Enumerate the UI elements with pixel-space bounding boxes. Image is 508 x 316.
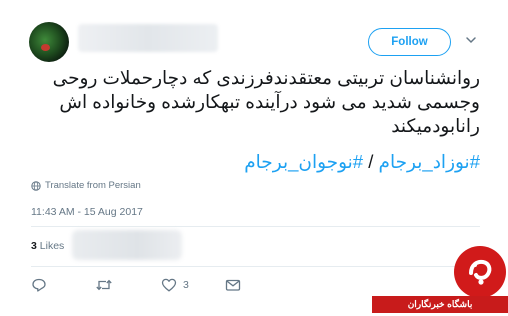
heart-icon xyxy=(161,278,177,292)
chevron-down-icon[interactable] xyxy=(464,33,478,47)
watermark-emblem xyxy=(454,246,506,298)
hashtag-link[interactable]: #نوزاد_برجام xyxy=(379,151,480,172)
globe-icon xyxy=(31,180,41,191)
likes-stat[interactable]: 3 Likes xyxy=(31,240,64,252)
hashtag-separator: / xyxy=(368,151,374,172)
envelope-icon xyxy=(225,279,241,291)
tweet-timestamp[interactable]: 11:43 AM - 15 Aug 2017 xyxy=(31,206,143,218)
tweet-text-line: روانشناسان تربیتی معتقدندفرزندی که دچارح… xyxy=(52,67,480,88)
tweet-text: روانشناسان تربیتی معتقدندفرزندی که دچارح… xyxy=(30,66,480,138)
hashtag-link[interactable]: #نوجوان_برجام xyxy=(244,151,363,172)
tweet-text-line: رانابودمیکند xyxy=(391,115,480,136)
follow-button[interactable]: Follow xyxy=(368,28,451,56)
watermark-logo: باشگاه خبرنگاران xyxy=(372,246,508,316)
likes-count: 3 xyxy=(31,240,37,252)
retweet-button[interactable] xyxy=(95,276,113,294)
translate-label: Translate from Persian xyxy=(45,180,141,191)
watermark-text: باشگاه خبرنگاران xyxy=(372,296,508,313)
watermark-emblem-icon xyxy=(469,259,492,285)
reply-icon xyxy=(32,278,46,292)
direct-message-button[interactable] xyxy=(225,276,241,294)
like-count: 3 xyxy=(183,279,189,291)
retweet-icon xyxy=(96,279,112,291)
translate-link[interactable]: Translate from Persian xyxy=(31,180,141,191)
likes-label: Likes xyxy=(39,240,65,252)
blurred-likers-avatars xyxy=(72,230,182,260)
like-button[interactable]: 3 xyxy=(161,276,189,294)
divider xyxy=(31,226,480,227)
avatar[interactable] xyxy=(29,22,69,62)
hashtags: #نوزاد_برجام / #نوجوان_برجام xyxy=(180,150,480,174)
tweet-text-line: وجسمی شدید می شود درآینده تبهکارشده وخان… xyxy=(59,91,480,112)
avatar-detail xyxy=(41,44,50,51)
blurred-username xyxy=(78,24,218,52)
reply-button[interactable] xyxy=(31,276,47,294)
